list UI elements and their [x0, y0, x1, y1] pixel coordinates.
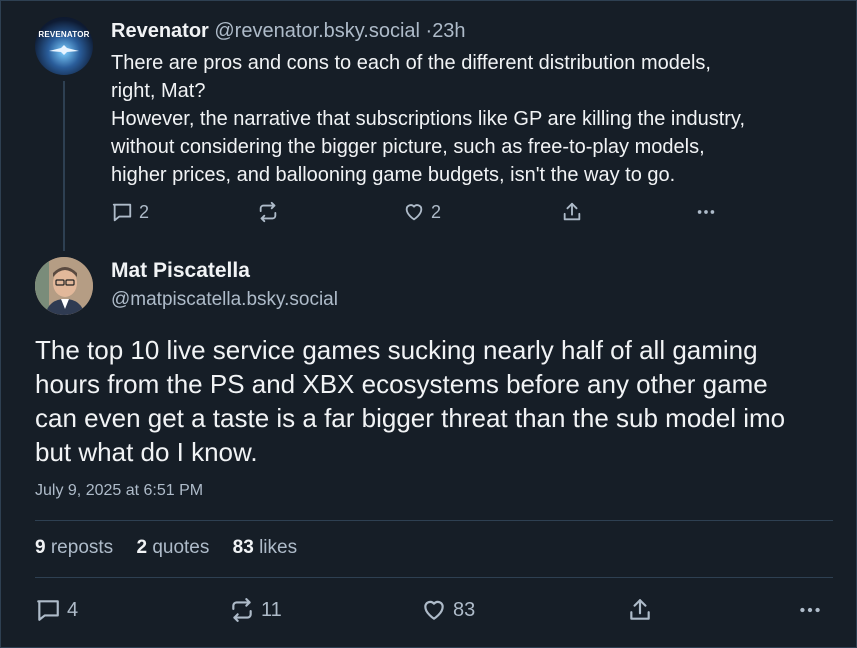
main-text-line: but what do I know.	[35, 437, 258, 467]
parent-text-line: However, the narrative that subscription…	[111, 108, 746, 130]
likes-stat[interactable]: 83 likes	[233, 537, 297, 558]
engagement-stats: 9 reposts 2 quotes 83 likes	[35, 537, 315, 559]
parent-like-button[interactable]: 2	[403, 201, 441, 223]
parent-text-line: higher prices, and ballooning game budge…	[111, 164, 676, 186]
revenator-avatar[interactable]: REVENATOR	[35, 17, 93, 75]
share-icon	[630, 599, 650, 620]
post-timestamp[interactable]: July 9, 2025 at 6:51 PM	[35, 482, 203, 500]
parent-post-text: There are pros and cons to each of the d…	[111, 49, 841, 189]
main-text-line: The top 10 live service games sucking ne…	[35, 335, 758, 365]
main-post-actions: 4 11 83	[1, 597, 857, 627]
reply-icon	[112, 203, 132, 222]
main-repost-button[interactable]: 11	[229, 597, 282, 623]
repost-icon	[259, 201, 277, 223]
reposts-stat[interactable]: 9 reposts	[35, 537, 113, 558]
main-author-handle[interactable]: @matpiscatella.bsky.social	[111, 289, 338, 311]
parent-text-line: There are pros and cons to each of the d…	[111, 52, 711, 74]
mat-avatar[interactable]	[35, 257, 93, 315]
parent-share-button[interactable]	[561, 201, 583, 223]
parent-post-time[interactable]: 23h	[432, 20, 465, 42]
main-reply-button[interactable]: 4	[35, 597, 78, 623]
main-post-text: The top 10 live service games sucking ne…	[35, 333, 845, 469]
main-like-count: 83	[453, 598, 476, 621]
parent-like-count: 2	[431, 201, 442, 222]
main-author-name[interactable]: Mat Piscatella	[111, 259, 250, 283]
quotes-label: quotes	[152, 537, 210, 558]
parent-author-handle[interactable]: @revenator.bsky.social	[214, 20, 420, 42]
main-repost-count: 11	[261, 598, 282, 621]
share-icon	[563, 202, 581, 221]
main-text-line: hours from the PS and XBX ecosystems bef…	[35, 369, 768, 399]
reposts-count: 9	[35, 537, 46, 558]
parent-text-line: without considering the bigger picture, …	[111, 136, 705, 158]
avatar-logo-text: REVENATOR	[38, 30, 90, 39]
parent-text-line: right, Mat?	[111, 80, 206, 102]
quotes-stat[interactable]: 2 quotes	[136, 537, 209, 558]
post-thread: REVENATOR Revenator @revenator.bsky.soci…	[0, 0, 857, 648]
more-icon	[800, 607, 820, 613]
parent-more-button[interactable]	[695, 201, 717, 223]
main-more-button[interactable]	[797, 597, 823, 623]
profile-photo	[35, 257, 93, 315]
reposts-label: reposts	[50, 537, 114, 558]
repost-icon	[232, 598, 252, 622]
main-text-line: can even get a taste is a far bigger thr…	[35, 403, 786, 433]
likes-count: 83	[232, 537, 254, 558]
more-icon	[697, 210, 715, 214]
reply-icon	[37, 600, 59, 621]
main-share-button[interactable]	[627, 597, 653, 623]
heart-icon	[424, 600, 444, 620]
main-reply-count: 4	[67, 598, 79, 621]
parent-repost-button[interactable]	[257, 201, 279, 223]
parent-reply-button[interactable]: 2	[111, 201, 149, 223]
divider	[35, 520, 833, 521]
heart-icon	[405, 204, 423, 221]
main-like-button[interactable]: 83	[421, 597, 475, 623]
parent-post-actions: 2 2	[1, 201, 857, 229]
parent-post-header: Revenator @revenator.bsky.social ·23h	[111, 19, 466, 43]
spaceship-icon	[49, 45, 79, 55]
parent-reply-count: 2	[139, 201, 150, 222]
parent-author-name[interactable]: Revenator	[111, 20, 209, 42]
divider	[35, 577, 833, 578]
likes-label: likes	[259, 537, 298, 558]
quotes-count: 2	[136, 537, 148, 558]
